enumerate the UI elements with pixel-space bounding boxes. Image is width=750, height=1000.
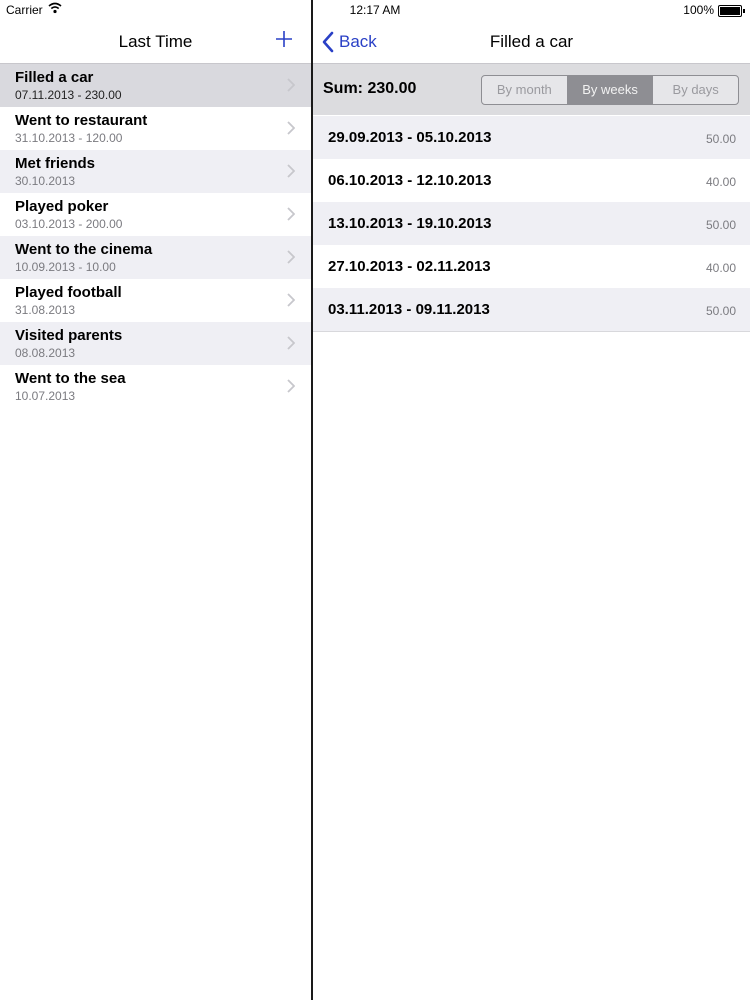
list-item[interactable]: Went to restaurant 31.10.2013 - 120.00 xyxy=(0,107,311,150)
week-amount: 40.00 xyxy=(705,261,736,275)
list-item[interactable]: Went to the sea 10.07.2013 xyxy=(0,365,311,408)
list-item[interactable]: Played football 31.08.2013 xyxy=(0,279,311,322)
list-item-title: Went to the cinema xyxy=(15,241,153,258)
list-item-subtitle: 31.10.2013 - 120.00 xyxy=(15,131,123,145)
list-item-subtitle: 03.10.2013 - 200.00 xyxy=(15,217,123,231)
segment-by-weeks[interactable]: By weeks xyxy=(566,76,653,104)
detail-title: Filled a car xyxy=(489,32,574,51)
sum-label: Sum: 230.00 xyxy=(323,80,417,97)
week-row: 03.11.2013 - 09.11.2013 50.00 xyxy=(313,288,750,331)
week-range: 13.10.2013 - 19.10.2013 xyxy=(328,215,492,232)
week-row: 27.10.2013 - 02.11.2013 40.00 xyxy=(313,245,750,288)
segment-by-month[interactable]: By month xyxy=(482,76,567,104)
week-row: 13.10.2013 - 19.10.2013 50.00 xyxy=(313,202,750,245)
list-item-subtitle: 30.10.2013 xyxy=(15,174,76,188)
list-item-subtitle: 08.08.2013 xyxy=(15,346,76,360)
chevron-right-icon xyxy=(287,250,295,264)
list-item-title: Played football xyxy=(15,284,122,301)
chevron-right-icon xyxy=(287,78,295,92)
week-amount: 50.00 xyxy=(705,218,736,232)
list-item[interactable]: Visited parents 08.08.2013 xyxy=(0,322,311,365)
list-item-subtitle: 31.08.2013 xyxy=(15,303,76,317)
divider xyxy=(313,331,750,332)
add-button[interactable] xyxy=(269,24,299,54)
list-item-subtitle: 07.11.2013 - 230.00 xyxy=(15,88,122,102)
week-row: 06.10.2013 - 12.10.2013 40.00 xyxy=(313,159,750,202)
chevron-right-icon xyxy=(287,336,295,350)
weeks-list: 29.09.2013 - 05.10.2013 50.00 06.10.2013 -… xyxy=(313,116,750,332)
event-list: Filled a car 07.11.2013 - 230.00 Went to r… xyxy=(0,64,311,408)
list-item-subtitle: 10.09.2013 - 10.00 xyxy=(15,260,116,274)
segment-by-days[interactable]: By days xyxy=(652,76,738,104)
sum-bar: Sum: 230.00 By month By weeks By days xyxy=(313,64,750,115)
chevron-right-icon xyxy=(287,293,295,307)
list-item-title: Played poker xyxy=(15,198,109,215)
list-item-title: Filled a car xyxy=(15,69,94,86)
plus-icon xyxy=(276,31,292,47)
week-range: 29.09.2013 - 05.10.2013 xyxy=(328,129,492,146)
week-range: 03.11.2013 - 09.11.2013 xyxy=(328,301,490,318)
week-range: 27.10.2013 - 02.11.2013 xyxy=(328,258,491,275)
week-amount: 50.00 xyxy=(705,132,736,146)
list-item-title: Met friends xyxy=(15,155,96,172)
detail-pane: Back Filled a car Sum: 230.00 By month By… xyxy=(313,0,750,1000)
chevron-right-icon xyxy=(287,121,295,135)
chevron-right-icon xyxy=(287,164,295,178)
list-item-title: Went to the sea xyxy=(15,370,126,387)
list-item[interactable]: Played poker 03.10.2013 - 200.00 xyxy=(0,193,311,236)
master-title: Last Time xyxy=(118,32,193,51)
week-range: 06.10.2013 - 12.10.2013 xyxy=(328,172,492,189)
list-item[interactable]: Met friends 30.10.2013 xyxy=(0,150,311,193)
list-item-title: Visited parents xyxy=(15,327,123,344)
master-navigation-bar: Last Time xyxy=(0,20,311,64)
list-item[interactable]: Filled a car 07.11.2013 - 230.00 xyxy=(0,64,311,107)
list-item-title: Went to restaurant xyxy=(15,112,148,129)
week-amount: 40.00 xyxy=(705,175,736,189)
week-amount: 50.00 xyxy=(705,304,736,318)
list-item[interactable]: Went to the cinema 10.09.2013 - 10.00 xyxy=(0,236,311,279)
master-pane: Last Time Filled a car 07.11.2013 - 230.0… xyxy=(0,0,311,1000)
period-segmented-control: By month By weeks By days xyxy=(481,75,739,105)
list-item-subtitle: 10.07.2013 xyxy=(15,389,76,403)
chevron-right-icon xyxy=(287,379,295,393)
detail-navigation-bar: Back Filled a car xyxy=(313,20,750,64)
chevron-right-icon xyxy=(287,207,295,221)
week-row: 29.09.2013 - 05.10.2013 50.00 xyxy=(313,116,750,159)
